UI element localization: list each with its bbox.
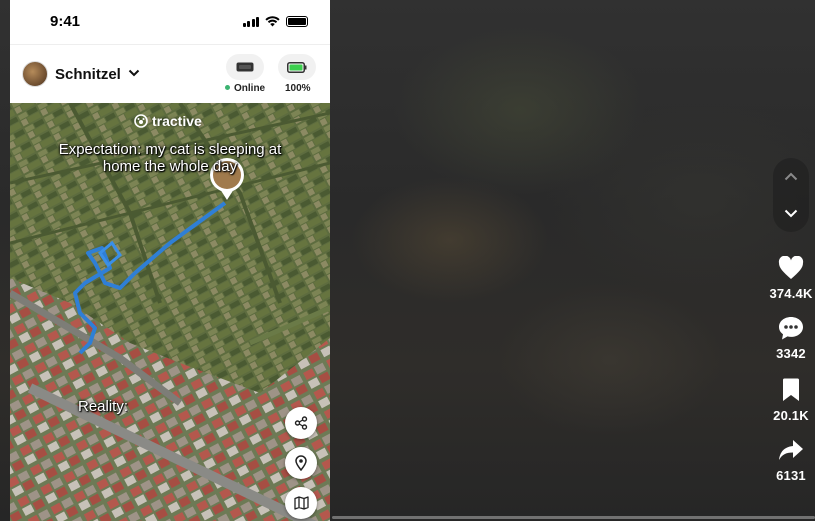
video-caption: Expectation: my cat is sleeping at home … [58,141,282,175]
share-button[interactable]: 6131 [767,436,815,483]
tractive-logo: tractive [134,113,202,129]
horizontal-scrollbar[interactable] [332,516,815,519]
tracker-device-icon [236,62,254,72]
locate-button[interactable] [285,447,317,479]
comment-count: 3342 [776,346,806,361]
pet-avatar [22,61,48,87]
chevron-down-icon [128,69,140,77]
bookmark-icon [783,378,799,401]
comment-icon [779,316,803,339]
previous-video-button[interactable] [773,158,809,195]
pet-name: Schnitzel [55,66,121,83]
battery-level: 100% [285,83,311,94]
phone-battery-icon [286,15,308,27]
share-map-button[interactable] [285,407,317,439]
save-button[interactable]: 20.1K [767,376,815,423]
heart-icon [778,256,804,279]
video-frame[interactable]: 9:41 Schnitzel Online 100% tractive Expe… [10,0,330,521]
like-button[interactable]: 374.4K [767,254,815,301]
phone-status-bar: 9:41 [10,0,330,44]
brand-name: tractive [152,113,202,129]
status-time: 9:41 [50,13,81,30]
comment-button[interactable]: 3342 [767,314,815,361]
tracker-device-pill [226,54,264,80]
tractive-paw-icon [134,114,148,128]
chevron-down-icon [784,209,798,218]
reality-label: Reality: [78,398,129,415]
like-count: 374.4K [769,286,813,301]
satellite-map: tractive Expectation: my cat is sleeping… [10,103,330,521]
chevron-up-icon [784,172,798,181]
tracker-status: Online [225,83,265,94]
wifi-icon [265,15,280,26]
share-arrow-icon [779,440,803,460]
tracker-header: Schnitzel Online 100% [10,44,330,103]
share-count: 6131 [776,468,806,483]
next-video-button[interactable] [773,195,809,232]
battery-icon [287,61,307,73]
battery-pill [278,54,316,80]
map-view-button[interactable] [285,487,317,519]
share-icon [294,416,308,430]
signal-icon [242,16,259,27]
video-navigation [773,158,809,232]
map-icon [293,496,309,510]
location-pin-icon [295,455,307,471]
save-count: 20.1K [773,408,809,423]
